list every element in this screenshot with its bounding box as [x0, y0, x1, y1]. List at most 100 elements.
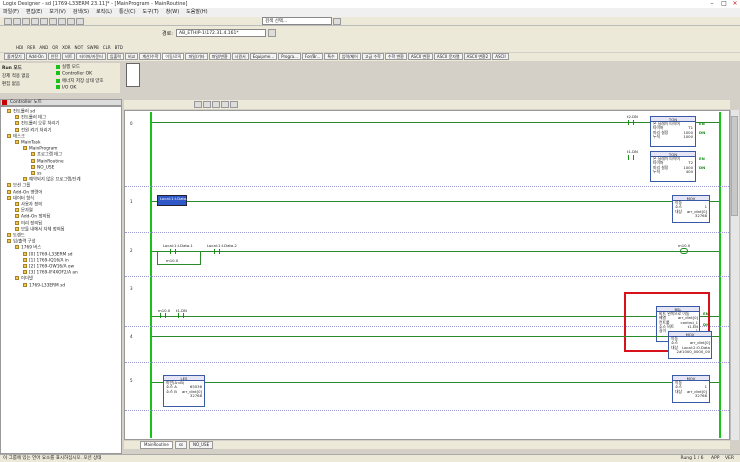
instruction-tab[interactable]: ASCII	[492, 53, 509, 60]
editor-scroll-thumb[interactable]	[731, 116, 738, 216]
instruction-tab[interactable]: 이동/로직	[162, 53, 185, 60]
instruction-button[interactable]: NOT	[75, 44, 84, 52]
zoom-out-icon[interactable]	[203, 101, 211, 108]
tree-node[interactable]: Add-On 정의됨	[15, 214, 50, 220]
instruction-tab[interactable]: 고급 수학	[361, 53, 384, 60]
les-block[interactable]: LES 미만(A<B) 소스 A 65536 소스 Barr_dint[0] 32…	[163, 375, 205, 407]
instruction-tab[interactable]: 계산/수학	[139, 53, 162, 60]
routine-tab-no-use[interactable]: NO_USE	[188, 441, 214, 449]
instruction-button[interactable]: RER	[27, 44, 35, 52]
instruction-tab[interactable]: Progra...	[278, 53, 301, 60]
tree-node[interactable]: 미리 정의됨	[15, 220, 42, 226]
tree-node[interactable]: [2] 1769-OW16/A ow	[23, 264, 74, 270]
instruction-tab[interactable]: 입출력	[106, 53, 124, 60]
instruction-button[interactable]: HDI	[16, 44, 23, 52]
tree-node[interactable]: [1] 1769-IQ16/A in	[23, 257, 69, 263]
rung-number[interactable]: 3	[130, 286, 133, 291]
instruction-tab[interactable]: ASCII 문자열	[433, 53, 463, 60]
menu-item[interactable]: 검색(S)	[73, 8, 89, 17]
tree-node[interactable]: 전원 켜기 처리기	[15, 127, 51, 133]
menu-item[interactable]: 창(W)	[166, 8, 179, 17]
instruction-button[interactable]: SWPB	[87, 44, 99, 52]
tree-node[interactable]: NO_USE	[31, 164, 54, 170]
tree-node[interactable]: 프로그램 태그	[31, 152, 62, 158]
instruction-tab[interactable]: 파일/기타	[185, 53, 208, 60]
tree-node[interactable]: 사용자 정의	[15, 202, 42, 208]
instruction-tab[interactable]: Equipme...	[249, 53, 278, 60]
instruction-tab[interactable]: 파일/변환	[208, 53, 231, 60]
tree-node[interactable]: [3] 1769-IF4XOF2/A an	[23, 270, 78, 276]
instruction-button[interactable]: XOR	[62, 44, 70, 52]
tree-node[interactable]: 입/출력 구성	[7, 239, 36, 245]
menu-item[interactable]: 편집(E)	[26, 8, 42, 17]
paste-icon[interactable]	[58, 18, 66, 25]
instruction-tab[interactable]: 타이머/카운터	[76, 53, 106, 60]
print-icon[interactable]	[31, 18, 39, 25]
rung-0-contact2[interactable]	[628, 155, 634, 160]
routine-tab-mainroutine[interactable]: MainRoutine	[140, 441, 173, 449]
rung-number[interactable]: 2	[130, 248, 133, 253]
prev-rung-icon[interactable]	[212, 101, 220, 108]
routine-tab-ss[interactable]: ss	[174, 441, 187, 449]
close-button[interactable]: ×	[729, 0, 740, 8]
tree-node[interactable]: MainProgram	[23, 146, 57, 152]
search-combo[interactable]: 검색 선택...	[262, 17, 332, 25]
rung3-contact1[interactable]	[160, 313, 166, 318]
tree-node[interactable]: 트렌드	[7, 233, 25, 239]
tree-node[interactable]: 문자열	[15, 208, 33, 214]
mov-block-rung4[interactable]: MOV 이동 소스 arr_dint[0] 대상 Local:2:O.Data 2#…	[668, 331, 712, 359]
tree-node[interactable]: 데이터 형식	[7, 195, 34, 201]
menu-item[interactable]: 도구(T)	[143, 8, 159, 17]
menu-item[interactable]: 파일(F)	[3, 8, 19, 17]
menu-item[interactable]: 통신(C)	[119, 8, 136, 17]
minimize-button[interactable]: –	[706, 0, 718, 8]
tree-node[interactable]: [0] 1769-L33ERM sd	[23, 251, 73, 257]
undo-icon[interactable]	[67, 18, 75, 25]
instruction-tab[interactable]: ASCII 변환2	[463, 53, 492, 60]
instruction-button[interactable]: BTD	[115, 44, 123, 52]
selected-contact[interactable]: Local:1:I.Data.2	[157, 195, 190, 206]
instruction-tab[interactable]: ASCII 변환	[407, 53, 433, 60]
rung3-contact2[interactable]	[178, 313, 184, 318]
instruction-button[interactable]: OR	[52, 44, 58, 52]
tree-node[interactable]: MainRoutine	[31, 158, 64, 164]
instruction-tab[interactable]: 입력/제어	[338, 53, 361, 60]
copy-icon[interactable]	[49, 18, 57, 25]
mov-block-rung1[interactable]: MOV 이동 소스 1 대상 arr_dint[0] 32768	[672, 195, 710, 223]
ton-t2-block[interactable]: TON 온 딜레이 타이머 타이머 T2 미리 설정 1000 누적 400	[650, 151, 696, 182]
rung-number[interactable]: 5	[130, 378, 133, 383]
cut-icon[interactable]	[40, 18, 48, 25]
new-icon[interactable]	[4, 18, 12, 25]
tree-node[interactable]: Add-On 명령어	[7, 189, 42, 195]
tree-node[interactable]: 컨트롤러 오류 처리기	[15, 121, 59, 127]
tree-node[interactable]: 예약되지 않은 프로그램/단계	[23, 177, 81, 183]
save-icon[interactable]	[22, 18, 30, 25]
tree-node[interactable]: 컨트롤러 sd	[7, 109, 35, 115]
redo-icon[interactable]	[76, 18, 84, 25]
tree-node[interactable]: MainTask	[15, 140, 41, 146]
instruction-tab[interactable]: 수학 변환	[384, 53, 407, 60]
tree-node[interactable]: 컨트롤러 태그	[15, 115, 46, 121]
find-icon[interactable]	[333, 18, 341, 25]
tree-node[interactable]: 1769 버스	[15, 245, 41, 251]
instruction-tab[interactable]: 즐겨찾기	[4, 53, 25, 60]
instruction-button[interactable]: AND	[39, 44, 48, 52]
rung-number[interactable]: 1	[130, 199, 133, 204]
mov-block-rung5[interactable]: MOV 이동 소스 1 대상 arr_dint[0] 32768	[672, 375, 710, 403]
tree-node[interactable]: 1769-L33ERM sd	[23, 282, 65, 288]
instruction-tab[interactable]: Add-On	[25, 53, 47, 60]
tree-node[interactable]: ss	[31, 171, 41, 177]
path-combo[interactable]: AB_ETHIP-1\172.31.4.161*	[176, 29, 266, 37]
instruction-tab[interactable]: 비교	[124, 53, 139, 60]
rung2-contact2[interactable]	[214, 249, 220, 254]
rung2-output-coil[interactable]	[680, 248, 688, 254]
rung-number[interactable]: 4	[130, 334, 133, 339]
instruction-tab[interactable]: 시퀀서	[231, 53, 249, 60]
tree-node[interactable]: 모듈 내에서 자체 정의됨	[15, 226, 65, 232]
ton-t1-block[interactable]: TON 온 딜레이 타이머 타이머 T1 미리 설정 1000 누적 1000	[650, 116, 696, 147]
tree-node[interactable]: 태스크	[7, 133, 25, 139]
instruction-tab[interactable]: 비트	[62, 53, 76, 60]
open-icon[interactable]	[13, 18, 21, 25]
menu-item[interactable]: 로직(L)	[96, 8, 112, 17]
zoom-in-icon[interactable]	[194, 101, 202, 108]
